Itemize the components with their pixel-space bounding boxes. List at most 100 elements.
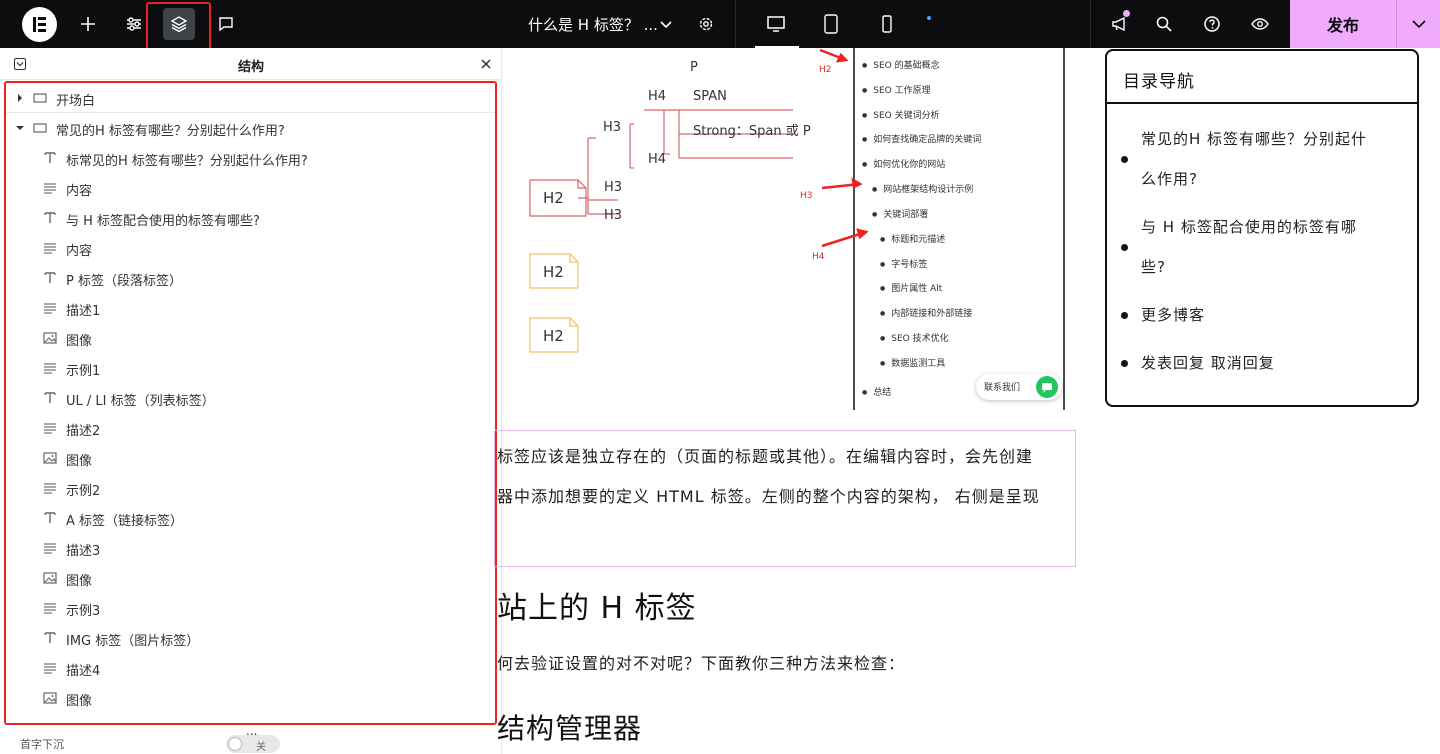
structure-item[interactable]: 标常见的H 标签有哪些？分别起什么作用? bbox=[5, 143, 497, 173]
structure-item[interactable]: 内容 bbox=[5, 173, 497, 203]
structure-item[interactable]: 示例3 bbox=[5, 593, 497, 623]
preview-button[interactable] bbox=[1244, 8, 1276, 40]
chevron-down-icon bbox=[1411, 20, 1426, 29]
toc-bullet bbox=[1121, 156, 1128, 163]
arrow-label-h4: H4 bbox=[812, 252, 825, 262]
structure-item-label: 描述1 bbox=[66, 304, 101, 319]
structure-item-label: 描述4 bbox=[66, 664, 101, 679]
site-settings-button[interactable] bbox=[118, 8, 150, 40]
notes-button[interactable] bbox=[210, 8, 242, 40]
publish-options-button[interactable] bbox=[1396, 0, 1440, 48]
mobile-view-button[interactable] bbox=[871, 8, 903, 40]
structure-item[interactable]: 图像 bbox=[5, 443, 497, 473]
add-element-button[interactable] bbox=[72, 8, 104, 40]
chat-icon[interactable] bbox=[1036, 376, 1058, 398]
image-icon bbox=[43, 692, 57, 704]
search-button[interactable] bbox=[1148, 8, 1180, 40]
text-editor-icon bbox=[44, 543, 56, 554]
mini-toc-item: 标题和元描述 bbox=[880, 232, 945, 245]
structure-item[interactable]: 开场白 bbox=[5, 83, 497, 113]
publish-button[interactable]: 发布 bbox=[1290, 0, 1396, 48]
section-heading: 结构管理器 bbox=[497, 712, 643, 745]
body-paragraph: 器中添加想要的定义 HTML 标签。左侧的整个内容的架构， 右侧是呈现 bbox=[497, 487, 1040, 506]
caret-right-icon[interactable] bbox=[15, 93, 25, 103]
toc-link[interactable]: 常见的H 标签有哪些？分别起什 么作用? bbox=[1141, 119, 1403, 199]
diagram-node-h4: H4 bbox=[648, 89, 667, 104]
arrow-label-h2: H2 bbox=[819, 65, 832, 75]
toggle-state: 关 bbox=[256, 742, 266, 753]
toc-link[interactable]: 发表回复 取消回复 bbox=[1141, 343, 1403, 383]
message-icon bbox=[1042, 383, 1052, 393]
diagram-node-h2: H2 bbox=[543, 327, 564, 345]
structure-button[interactable] bbox=[163, 8, 195, 40]
heading-icon bbox=[44, 152, 56, 163]
panel-close-button[interactable] bbox=[480, 55, 492, 74]
structure-item[interactable]: 描述2 bbox=[5, 413, 497, 443]
notification-dot bbox=[1123, 10, 1130, 17]
structure-item-label: 与 H 标签配合使用的标签有哪些? bbox=[66, 214, 260, 229]
toc-link-text: 些? bbox=[1141, 258, 1166, 276]
text-editor-icon bbox=[44, 663, 56, 674]
text-editor-icon bbox=[44, 363, 56, 374]
structure-item-label: 示例2 bbox=[66, 484, 101, 499]
structure-item[interactable]: 描述3 bbox=[5, 533, 497, 563]
structure-item[interactable]: IMG 标签（图片标签） bbox=[5, 623, 497, 653]
diagram-node-h3: H3 bbox=[604, 208, 623, 223]
structure-item[interactable]: A 标签（链接标签） bbox=[5, 503, 497, 533]
search-icon bbox=[1156, 16, 1172, 32]
structure-panel: 结构 开场白 常见的H 标签有哪些？分别起什么作用? 标常见的H 标签有哪些？分别起… bbox=[0, 48, 502, 754]
structure-item[interactable]: 图像 bbox=[5, 683, 497, 713]
body-paragraph: 标签应该是独立存在的（页面的标题或其他）。在编辑内容时，会先创建 bbox=[497, 447, 1034, 466]
elementor-logo-icon bbox=[33, 17, 46, 32]
desktop-view-button[interactable] bbox=[760, 8, 792, 40]
page-settings-button[interactable] bbox=[690, 8, 722, 40]
structure-item[interactable]: 描述4 bbox=[5, 653, 497, 683]
toc-link[interactable]: 更多博客 bbox=[1141, 295, 1403, 335]
arrow-label-h3: H3 bbox=[800, 191, 813, 201]
image-icon bbox=[43, 332, 57, 344]
diagram-node-h4: H4 bbox=[648, 152, 667, 167]
mini-toc-item: 数据监测工具 bbox=[880, 356, 945, 369]
structure-item[interactable]: P 标签（段落标签） bbox=[5, 263, 497, 293]
whats-new-button[interactable] bbox=[1104, 8, 1136, 40]
structure-item[interactable]: 描述1 bbox=[5, 293, 497, 323]
mini-toc-item: SEO 技术优化 bbox=[880, 331, 948, 344]
text-editor-icon bbox=[44, 303, 56, 314]
heading-icon bbox=[44, 512, 56, 523]
diagram-node-p: P bbox=[690, 60, 698, 75]
help-icon bbox=[1204, 16, 1220, 32]
toc-link-text: 么作用? bbox=[1141, 170, 1198, 188]
toggle-knob bbox=[228, 737, 242, 751]
structure-item[interactable]: 内容 bbox=[5, 233, 497, 263]
structure-item[interactable]: 图像 bbox=[5, 563, 497, 593]
help-button[interactable] bbox=[1196, 8, 1228, 40]
structure-item[interactable]: 示例2 bbox=[5, 473, 497, 503]
desktop-icon bbox=[767, 16, 785, 32]
structure-item[interactable]: 图像 bbox=[5, 323, 497, 353]
page-title[interactable]: 什么是 H 标签？ ... bbox=[528, 14, 658, 35]
elementor-logo[interactable] bbox=[22, 7, 57, 42]
image-icon bbox=[43, 572, 57, 584]
structure-item-label: IMG 标签（图片标签） bbox=[66, 634, 200, 649]
structure-item[interactable]: UL / LI 标签（列表标签） bbox=[5, 383, 497, 413]
body-paragraph: 何去验证设置的对不对呢？下面教你三种方法来检查： bbox=[497, 654, 906, 673]
page-title-dropdown[interactable] bbox=[650, 8, 682, 40]
structure-item[interactable]: 与 H 标签配合使用的标签有哪些? bbox=[5, 203, 497, 233]
tablet-view-button[interactable] bbox=[815, 8, 847, 40]
heading-icon bbox=[44, 632, 56, 643]
container-icon bbox=[33, 123, 47, 133]
tablet-icon bbox=[824, 14, 838, 34]
toc-link[interactable]: 与 H 标签配合使用的标签有哪 些? bbox=[1141, 207, 1403, 287]
structure-item[interactable]: 示例1 bbox=[5, 353, 497, 383]
structure-item-label: 示例1 bbox=[66, 364, 101, 379]
gear-icon bbox=[699, 17, 713, 31]
structure-item-label: 描述3 bbox=[66, 544, 101, 559]
mini-toc-item: 内部链接和外部链接 bbox=[880, 306, 972, 319]
structure-item-label: 常见的H 标签有哪些？分别起什么作用? bbox=[56, 124, 285, 139]
comment-icon bbox=[219, 17, 233, 32]
mini-toc-item: 总结 bbox=[862, 385, 891, 398]
close-icon bbox=[481, 59, 491, 69]
toc-link-text: 常见的H 标签有哪些？分别起什 bbox=[1141, 130, 1368, 148]
structure-item[interactable]: 常见的H 标签有哪些？分别起什么作用? bbox=[5, 113, 497, 143]
caret-down-icon[interactable] bbox=[15, 123, 25, 133]
